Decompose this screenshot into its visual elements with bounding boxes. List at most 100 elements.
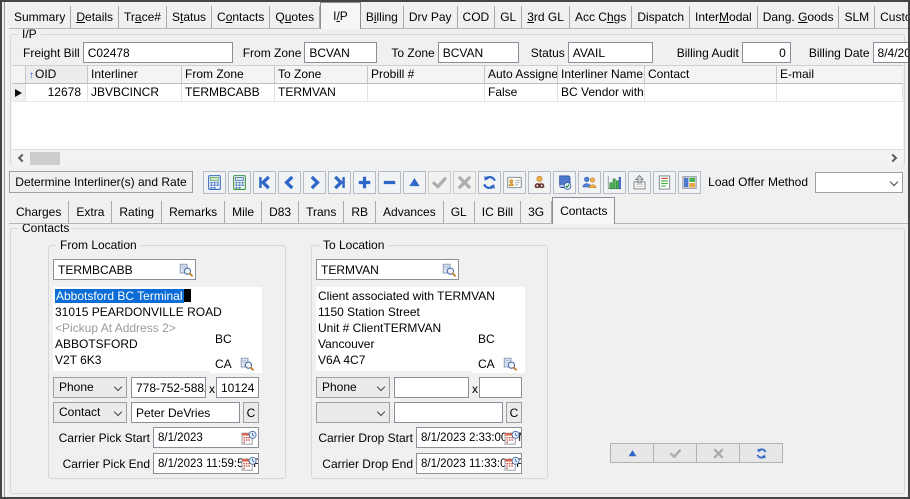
users-button[interactable] <box>578 171 601 194</box>
column-header-contact[interactable]: Contact <box>645 66 777 84</box>
column-header-to-zone[interactable]: To Zone <box>275 66 368 84</box>
layout-grid-button[interactable] <box>678 171 701 194</box>
nav-prior-button[interactable] <box>278 171 301 194</box>
to-zone-input[interactable]: BCVAN <box>438 42 519 63</box>
load-offer-method-select[interactable] <box>815 172 903 193</box>
tab-3rd-gl[interactable]: 3rd GL <box>522 6 570 29</box>
tab-summary[interactable]: Summary <box>9 6 71 29</box>
cell-e-mail[interactable] <box>777 84 903 102</box>
cell-probill[interactable] <box>368 84 485 102</box>
tab-gl[interactable]: GL <box>495 6 522 29</box>
tab-gl[interactable]: GL <box>444 201 475 224</box>
to-country-lookup-icon[interactable] <box>503 357 517 371</box>
tab-3g[interactable]: 3G <box>521 201 552 224</box>
cell-interliner[interactable]: JBVBCINCR <box>88 84 182 102</box>
scroll-right-button[interactable] <box>886 150 903 167</box>
billing-date-input[interactable]: 8/4/2023 <box>873 42 910 63</box>
tab-ic-bill[interactable]: IC Bill <box>475 201 521 224</box>
tab-extra[interactable]: Extra <box>69 201 112 224</box>
cell-auto-assigne[interactable]: False <box>485 84 558 102</box>
tab-advances[interactable]: Advances <box>376 201 444 224</box>
to-address1[interactable]: 1150 Station Street <box>318 304 525 320</box>
determine-interliner-rate-button[interactable]: Determine Interliner(s) and Rate <box>9 171 193 193</box>
calendar-clock-icon[interactable] <box>241 456 257 472</box>
status-input[interactable]: AVAIL <box>568 42 653 63</box>
nav-last-button[interactable] <box>328 171 351 194</box>
post-button[interactable] <box>653 443 697 463</box>
tab-trace[interactable]: Trace# <box>119 6 167 29</box>
column-header-e-mail[interactable]: E-mail <box>777 66 903 84</box>
report-button[interactable] <box>653 171 676 194</box>
to-province-field[interactable]: BC <box>473 325 522 352</box>
from-zone-input[interactable]: BCVAN <box>304 42 377 63</box>
cell-oid[interactable]: 12678 <box>26 84 88 102</box>
insert-button[interactable] <box>353 171 376 194</box>
to-phone-type-select[interactable]: Phone <box>316 377 390 398</box>
column-header-probill[interactable]: Probill # <box>368 66 485 84</box>
tab-contacts[interactable]: Contacts <box>212 6 270 29</box>
to-location-code-input[interactable]: TERMVAN <box>316 259 459 280</box>
tab-remarks[interactable]: Remarks <box>162 201 225 224</box>
tab-billing[interactable]: Billing <box>361 6 404 29</box>
carrier-pick-end-input[interactable]: 8/1/2023 11:59:59 PM <box>153 453 259 474</box>
to-phone-ext-input[interactable] <box>479 377 522 398</box>
tab-cod[interactable]: COD <box>458 6 496 29</box>
from-province-field[interactable]: BC <box>210 325 259 352</box>
cell-contact[interactable] <box>645 84 777 102</box>
tab-charges[interactable]: Charges <box>9 201 69 224</box>
cell-to-zone[interactable]: TERMVAN <box>275 84 368 102</box>
from-phone-ext-input[interactable]: 10124 <box>216 377 259 398</box>
tab-acc-chgs[interactable]: Acc Chgs <box>570 6 632 29</box>
carrier-pick-start-input[interactable]: 8/1/2023 <box>153 427 259 448</box>
tab-details[interactable]: Details <box>71 6 119 29</box>
column-header-interliner-name[interactable]: Interliner Name <box>558 66 645 84</box>
scroll-left-button[interactable] <box>12 150 29 167</box>
tab-contacts[interactable]: Contacts <box>552 197 615 224</box>
cell-from-zone[interactable]: TERMBCABB <box>182 84 275 102</box>
tab-trans[interactable]: Trans <box>299 201 344 224</box>
tab-dang-goods[interactable]: Dang. Goods <box>758 6 840 29</box>
from-contact-c-button[interactable]: C <box>243 402 259 423</box>
grid-horizontal-scrollbar[interactable] <box>12 149 903 166</box>
calendar-clock-icon[interactable] <box>504 456 520 472</box>
from-country-field[interactable]: CA <box>215 357 232 371</box>
from-address1[interactable]: 31015 PEARDONVILLE ROAD <box>55 304 262 320</box>
tab-status[interactable]: Status <box>167 6 212 29</box>
from-country-lookup-icon[interactable] <box>240 357 254 371</box>
calculator-alt-button[interactable] <box>228 171 251 194</box>
from-contact-type-select[interactable]: Contact <box>53 402 127 423</box>
to-contact-input[interactable] <box>394 402 503 423</box>
from-location-name[interactable]: Abbotsford BC Terminal <box>55 289 184 303</box>
tab-intermodal[interactable]: InterModal <box>690 6 758 29</box>
scrollbar-thumb[interactable] <box>30 152 60 165</box>
column-header-interliner[interactable]: Interliner <box>88 66 182 84</box>
from-phone-type-select[interactable]: Phone <box>53 377 127 398</box>
send-up-button[interactable] <box>628 171 651 194</box>
cancel-button[interactable] <box>696 443 740 463</box>
nav-next-button[interactable] <box>303 171 326 194</box>
book-check-button[interactable] <box>553 171 576 194</box>
tab-slm[interactable]: SLM <box>839 6 875 29</box>
from-contact-input[interactable]: Peter DeVries <box>131 402 240 423</box>
refresh-button[interactable] <box>739 443 783 463</box>
to-contact-c-button[interactable]: C <box>506 402 522 423</box>
to-location-lookup-icon[interactable] <box>442 263 456 277</box>
tab-quotes[interactable]: Quotes <box>270 6 320 29</box>
find-contact-button[interactable] <box>528 171 551 194</box>
billing-audit-input[interactable]: 0 <box>742 42 791 63</box>
edit-button[interactable] <box>403 171 426 194</box>
from-phone-input[interactable]: 778-752-5882 <box>131 377 206 398</box>
refresh-button[interactable] <box>478 171 501 194</box>
column-header-auto-assigne[interactable]: Auto Assigne <box>485 66 558 84</box>
tab-rb[interactable]: RB <box>344 201 376 224</box>
calendar-clock-icon[interactable] <box>241 430 257 446</box>
delete-button[interactable] <box>378 171 401 194</box>
tab-i-p[interactable]: I/P <box>320 2 361 29</box>
cell-interliner-name[interactable]: BC Vendor with <box>558 84 645 102</box>
edit-button[interactable] <box>610 443 654 463</box>
from-location-lookup-icon[interactable] <box>179 263 193 277</box>
freight-bill-input[interactable]: C02478 <box>83 42 233 63</box>
calculator-button[interactable] <box>203 171 226 194</box>
to-country-field[interactable]: CA <box>478 357 495 371</box>
column-header-from-zone[interactable]: From Zone <box>182 66 275 84</box>
